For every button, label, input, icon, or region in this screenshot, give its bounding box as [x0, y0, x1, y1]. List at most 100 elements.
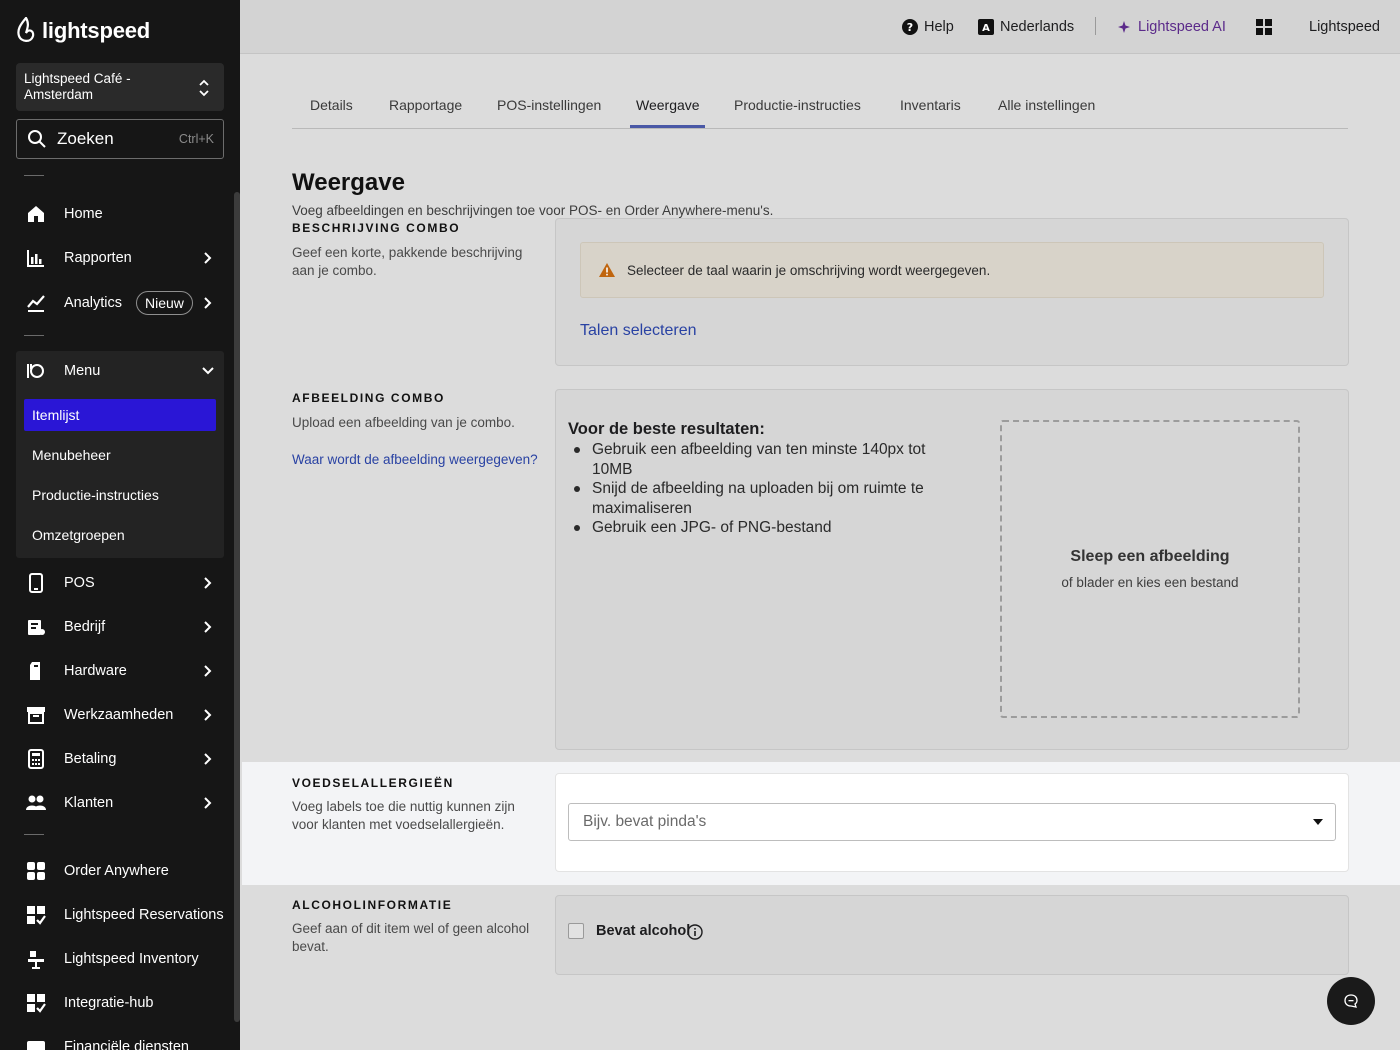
sidebar-item-label: Home [64, 206, 103, 222]
trend-icon [27, 295, 45, 312]
tab-details[interactable]: Details [310, 97, 353, 113]
inventory-icon [28, 951, 44, 969]
sidebar-item-betaling[interactable]: Betaling [16, 739, 224, 779]
tab-bar: Details Rapportage POS-instellingen Weer… [292, 95, 1348, 129]
allergy-heading: VOEDSELALLERGIEËN [292, 776, 454, 790]
warning-text: Selecteer de taal waarin je omschrijving… [627, 262, 991, 278]
sparkle-icon [1118, 21, 1130, 33]
sidebar-item-reservations[interactable]: Lightspeed Reservations [16, 895, 224, 935]
alcohol-checkbox[interactable] [568, 923, 584, 939]
image-dropzone[interactable]: Sleep een afbeelding of blader en kies e… [1000, 420, 1300, 718]
search-label: Zoeken [57, 129, 114, 148]
sidebar-subitem-productie-instructies[interactable]: Productie-instructies [24, 479, 216, 511]
allergy-select[interactable]: Bijv. bevat pinda's [568, 803, 1336, 841]
apps-grid-icon[interactable] [1256, 19, 1272, 35]
sidebar-item-analytics[interactable]: Analytics Nieuw [16, 283, 224, 323]
tab-inventaris[interactable]: Inventaris [900, 97, 961, 113]
image-card: Voor de beste resultaten: Gebruik een af… [555, 389, 1349, 750]
alcohol-heading: ALCOHOLINFORMATIE [292, 898, 453, 912]
sidebar-item-financiele-diensten[interactable]: Financiële diensten [16, 1027, 224, 1050]
allergy-card: Bijv. bevat pinda's [555, 773, 1349, 872]
image-text: Upload een afbeelding van je combo. [292, 415, 515, 430]
image-heading: AFBEELDING COMBO [292, 391, 445, 405]
select-languages-link[interactable]: Talen selecteren [580, 322, 697, 340]
sidebar-item-label: Lightspeed Reservations [64, 907, 224, 923]
sidebar-item-label: Rapporten [64, 250, 132, 266]
info-icon[interactable] [687, 924, 703, 940]
tab-rapportage[interactable]: Rapportage [389, 97, 462, 113]
divider [1095, 17, 1096, 35]
lightspeed-logo[interactable]: lightspeed [16, 16, 150, 46]
chevron-right-icon [204, 577, 212, 589]
chat-icon [1344, 994, 1358, 1008]
tab-weergave[interactable]: Weergave [636, 97, 700, 113]
chevron-right-icon [204, 297, 212, 309]
sidebar-item-menu[interactable]: Menu [16, 351, 224, 391]
alcohol-card: Bevat alcohol [555, 895, 1349, 975]
help-button[interactable]: ? Help [902, 17, 954, 37]
business-icon [28, 620, 45, 635]
sidebar-item-order-anywhere[interactable]: Order Anywhere [16, 851, 224, 891]
chevron-down-icon [202, 367, 214, 375]
reservations-icon [27, 906, 46, 925]
alcohol-text: Geef aan of dit item wel of geen alcohol… [292, 921, 530, 954]
sidebar-item-inventory[interactable]: Lightspeed Inventory [16, 939, 224, 979]
chat-button[interactable] [1327, 977, 1375, 1025]
wallet-icon [27, 1041, 45, 1050]
payment-icon [28, 749, 44, 769]
language-button[interactable]: A Nederlands [978, 17, 1074, 37]
tab-pos-instellingen[interactable]: POS-instellingen [497, 97, 601, 113]
sidebar-item-hardware[interactable]: Hardware [16, 651, 224, 691]
caret-down-icon [1313, 819, 1323, 825]
tab-alle-instellingen[interactable]: Alle instellingen [998, 97, 1095, 113]
account-button[interactable]: Lightspeed [1309, 17, 1380, 37]
sidebar-item-label: Betaling [64, 751, 117, 767]
chevron-right-icon [204, 753, 212, 765]
language-label: Nederlands [1000, 19, 1075, 35]
chevron-right-icon [204, 621, 212, 633]
sidebar-item-label: Integratie-hub [64, 995, 154, 1011]
sidebar-item-label: Lightspeed Inventory [64, 951, 199, 967]
sidebar-item-label: Werkzaamheden [64, 707, 174, 723]
sidebar-subitem-itemlijst[interactable]: Itemlijst [24, 399, 216, 431]
description-text: Geef een korte, pakkende beschrijving aa… [292, 245, 523, 278]
image-location-link[interactable]: Waar wordt de afbeelding weergegeven? [292, 452, 538, 467]
active-tab-indicator [630, 125, 705, 128]
chevron-right-icon [204, 252, 212, 264]
sidebar-item-home[interactable]: Home [16, 194, 224, 234]
tab-productie-instructies[interactable]: Productie-instructies [734, 97, 861, 113]
sidebar-item-pos[interactable]: POS [16, 563, 224, 603]
search-input[interactable]: Zoeken Ctrl+K [16, 119, 224, 159]
language-icon: A [978, 19, 994, 35]
tips-list: Gebruik een afbeelding van ten minste 14… [568, 440, 948, 538]
lightspeed-ai-button[interactable]: Lightspeed AI [1116, 17, 1226, 37]
search-icon [28, 130, 46, 148]
description-card: Selecteer de taal waarin je omschrijving… [555, 218, 1349, 366]
allergy-placeholder: Bijv. bevat pinda's [583, 813, 707, 830]
sidebar-subitem-menubeheer[interactable]: Menubeheer [24, 439, 216, 471]
sidebar-item-klanten[interactable]: Klanten [16, 783, 224, 823]
allergy-text: Voeg labels toe die nuttig kunnen zijn v… [292, 799, 515, 832]
order-anywhere-icon [27, 862, 45, 880]
alcohol-checkbox-label[interactable]: Bevat alcohol [596, 923, 690, 939]
dropzone-title: Sleep een afbeelding [1070, 548, 1230, 565]
divider [24, 335, 44, 336]
sidebar-item-label: Hardware [64, 663, 127, 679]
sidebar-subitem-omzetgroepen[interactable]: Omzetgroepen [24, 519, 216, 551]
sidebar-item-label: POS [64, 575, 95, 591]
sidebar-item-label: Menu [64, 363, 101, 379]
sidebar-item-label: Bedrijf [64, 619, 106, 635]
search-shortcut: Ctrl+K [178, 132, 214, 146]
chevron-right-icon [204, 665, 212, 677]
help-icon: ? [902, 19, 918, 35]
description-heading: BESCHRIJVING COMBO [292, 221, 461, 235]
sidebar-item-bedrijf[interactable]: Bedrijf [16, 607, 224, 647]
list-item: Gebruik een afbeelding van ten minste 14… [568, 440, 948, 479]
sidebar-item-integratie-hub[interactable]: Integratie-hub [16, 983, 224, 1023]
dropzone-subtitle: of blader en kies een bestand [1061, 575, 1239, 590]
sidebar-item-rapporten[interactable]: Rapporten [16, 238, 224, 278]
svg-text:A: A [982, 23, 990, 34]
store-switcher[interactable]: Lightspeed Café - Amsterdam [16, 63, 224, 111]
sidebar-item-werkzaamheden[interactable]: Werkzaamheden [16, 695, 224, 735]
top-bar: ? Help A Nederlands Lightspeed AI Lights… [240, 0, 1400, 54]
